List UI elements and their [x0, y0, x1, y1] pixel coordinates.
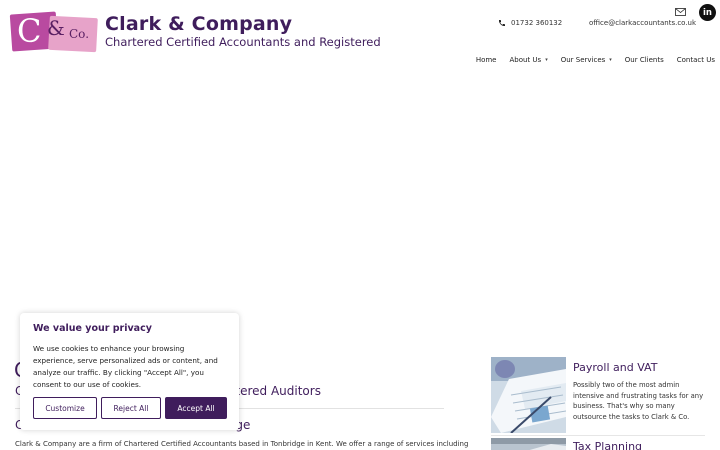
brand-tagline: Chartered Certified Accountants and Regi… — [105, 35, 381, 49]
nav-label: Home — [475, 56, 497, 64]
email-link[interactable]: office@clarkaccountants.co.uk — [589, 19, 696, 27]
card-title: Payroll and VAT — [573, 361, 658, 374]
phone-icon — [499, 20, 505, 26]
logo-letter: C — [17, 12, 42, 50]
reject-all-button[interactable]: Reject All — [101, 397, 161, 419]
card-divider — [491, 435, 705, 436]
intro-paragraph: Clark & Company are a firm of Chartered … — [15, 440, 469, 448]
card-text: Possibly two of the most admin intensive… — [573, 381, 704, 421]
mail-icon[interactable] — [675, 8, 686, 16]
caret-down-icon: ▾ — [545, 57, 548, 63]
cookie-buttons: Customize Reject All Accept All — [33, 397, 227, 419]
cookie-text: We use cookies to enhance your browsing … — [33, 344, 218, 389]
page: C & Co. Clark & Company Chartered Certif… — [0, 0, 720, 450]
payroll-image — [491, 357, 566, 433]
logo-co: Co. — [69, 27, 90, 41]
tax-planning-image — [491, 438, 566, 450]
logo-ampersand: & — [47, 16, 65, 40]
company-logo[interactable]: C & Co. — [9, 11, 98, 53]
nav-home[interactable]: Home — [476, 56, 497, 64]
nav-label: Our Clients — [624, 56, 664, 64]
nav-our-services[interactable]: Our Services ▾ — [561, 56, 612, 64]
nav-label: About Us — [509, 56, 542, 64]
phone-number: 01732 360132 — [511, 19, 563, 27]
caret-down-icon: ▾ — [609, 57, 612, 63]
email-address: office@clarkaccountants.co.uk — [589, 19, 697, 27]
accept-all-button[interactable]: Accept All — [165, 397, 227, 419]
subheading-right: tered Auditors — [235, 384, 321, 398]
service-card-tax-planning[interactable]: Tax Planning — [491, 438, 705, 450]
card-title: Tax Planning — [573, 440, 643, 450]
nav-our-clients[interactable]: Our Clients — [625, 56, 664, 64]
nav-label: Our Services — [560, 56, 606, 64]
brand-name: Clark & Company — [105, 13, 293, 35]
customize-button[interactable]: Customize — [33, 397, 97, 419]
cookie-consent-banner: We value your privacy We use cookies to … — [20, 313, 239, 430]
service-card-payroll[interactable]: Payroll and VAT Possibly two of the most… — [491, 357, 705, 433]
nav-contact-us[interactable]: Contact Us — [677, 56, 715, 64]
main-nav: Home About Us ▾ Our Services ▾ Our Clien… — [476, 56, 715, 64]
cookie-title: We value your privacy — [33, 323, 152, 334]
phone-link[interactable]: 01732 360132 — [498, 19, 562, 27]
nav-about-us[interactable]: About Us ▾ — [509, 56, 547, 64]
linkedin-icon[interactable]: in — [699, 4, 716, 21]
nav-label: Contact Us — [676, 56, 715, 64]
